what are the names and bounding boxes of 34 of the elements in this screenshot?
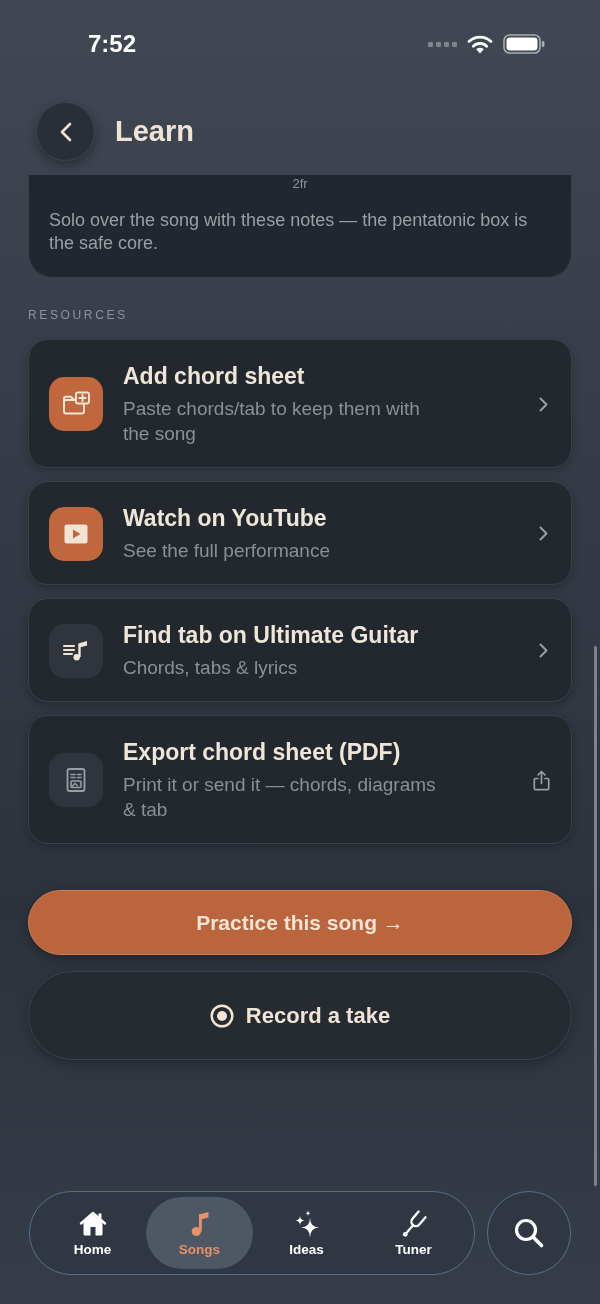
resource-card[interactable]: Add chord sheet Paste chords/tab to keep them with the song <box>28 339 572 468</box>
resource-subtitle: Chords, tabs & lyrics <box>123 656 299 680</box>
tab-item[interactable]: Home <box>39 1197 146 1269</box>
resource-title: Export chord sheet (PDF) <box>123 738 401 766</box>
search-icon <box>513 1217 545 1249</box>
tab-item[interactable]: Tuner <box>360 1197 467 1269</box>
share-icon[interactable] <box>533 769 550 791</box>
back-button[interactable] <box>36 102 95 161</box>
chevron-right-icon <box>539 526 548 541</box>
status-time: 7:52 <box>88 32 137 56</box>
chevron-right-icon <box>539 643 548 658</box>
tab-item[interactable]: Ideas <box>253 1197 360 1269</box>
section-heading: RESOURCES <box>28 309 128 321</box>
battery-icon <box>503 34 545 54</box>
resource-subtitle: See the full performance <box>123 539 331 563</box>
record-icon <box>209 1003 234 1028</box>
resource-title: Find tab on Ultimate Guitar <box>123 621 419 649</box>
chevron-left-icon <box>59 121 72 142</box>
resource-title: Add chord sheet <box>123 362 305 390</box>
chevron-right-icon <box>539 396 548 412</box>
page-title: Learn <box>115 117 194 146</box>
home-icon <box>78 1209 107 1238</box>
resource-subtitle: Print it or send it — chords, diagrams & tab <box>123 773 437 822</box>
scale-description: Solo over the song with these notes — the pentatonic box is the safe core. <box>49 209 529 255</box>
resource-title: Watch on YouTube <box>123 504 327 532</box>
resource-card[interactable]: Find tab on Ultimate Guitar Chords, tabs & lyrics <box>28 598 572 702</box>
record-label: Record a take <box>245 1004 391 1027</box>
record-button[interactable]: Record a take <box>28 971 572 1060</box>
resource-card[interactable]: Export chord sheet (PDF) Print it or send it — chords, diagrams & tab <box>28 715 572 844</box>
resource-subtitle: Paste chords/tab to keep them with the song <box>123 397 421 446</box>
wifi-icon <box>467 34 493 54</box>
resource-card[interactable]: Watch on YouTube See the full performance <box>28 481 572 585</box>
signal-icon <box>428 41 457 47</box>
fret-label: 2fr <box>292 176 308 191</box>
